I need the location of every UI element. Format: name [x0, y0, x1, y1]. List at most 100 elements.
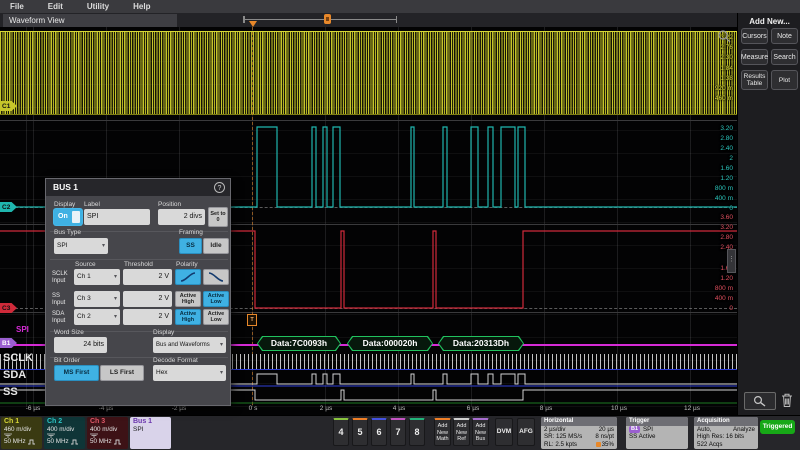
dropdown-arrow-icon: ▾ — [220, 337, 223, 353]
ms-first-button[interactable]: MS First — [54, 365, 99, 381]
trigger-event-marker[interactable]: T — [247, 314, 257, 326]
word-size-input[interactable]: 24 bits — [54, 337, 107, 353]
scale-label-c3: 3.20 — [720, 224, 733, 231]
bandwidth-icon — [71, 439, 78, 445]
menu-file[interactable]: File — [10, 2, 24, 11]
scale-label-c1: 920 m — [715, 85, 733, 92]
decode-format-dropdown[interactable]: Hex▾ — [153, 365, 226, 381]
bus-label-input[interactable]: SPI — [84, 209, 150, 225]
sclk-falling-edge-button[interactable] — [203, 269, 229, 285]
sclk-threshold-input[interactable]: 2 V — [123, 269, 172, 285]
falling-edge-icon — [208, 272, 224, 282]
dvm-button[interactable]: DVM — [495, 418, 513, 446]
channel4-button[interactable]: 4 — [333, 418, 349, 446]
scale-label-c2: 1.60 — [720, 165, 733, 172]
channel7-button[interactable]: 7 — [390, 418, 406, 446]
ch2-badge[interactable]: Ch 2 400 m/div 50 MHz — [44, 417, 85, 449]
framing-label: Framing — [179, 229, 203, 236]
display-label: Display — [54, 201, 75, 208]
menu-utility[interactable]: Utility — [87, 2, 109, 11]
trigger-position-icon — [596, 442, 601, 447]
bus-type-dropdown[interactable]: SPI▾ — [54, 238, 108, 254]
bus1-config-dialog: BUS 1 ? Display Label Position On SPI 2 … — [45, 178, 231, 406]
magnifier-icon — [753, 395, 767, 407]
signal-label-sda: SDA — [3, 369, 26, 381]
bus1-badge[interactable]: Bus 1 SPI — [130, 417, 171, 449]
measure-button[interactable]: Measure — [741, 49, 768, 65]
sda-threshold-input[interactable]: 2 V — [123, 309, 172, 325]
acquisition-panel[interactable]: Acquisition Auto,Analyze High Res: 16 bi… — [694, 417, 758, 449]
source-column-header: Source — [75, 261, 96, 268]
tab-waveform-view[interactable]: Waveform View — [3, 14, 177, 27]
b1-badge: B1 — [629, 426, 640, 433]
scale-label-c2: 1.20 — [720, 175, 733, 182]
decode-format-label: Decode Format — [153, 357, 198, 364]
note-button[interactable]: Note — [771, 28, 798, 44]
ss-source-dropdown[interactable]: Ch 3▾ — [74, 291, 120, 307]
threshold-column-header: Threshold — [124, 261, 153, 268]
set-to-zero-button[interactable]: Set to 0 — [208, 207, 228, 227]
trigger-position-arrow-icon[interactable] — [249, 21, 257, 27]
rising-edge-icon — [180, 272, 196, 282]
scale-label-c2: 3.20 — [720, 125, 733, 132]
scale-label-c2: 2 — [729, 155, 733, 162]
bus-decode-box[interactable]: Data:20313Dh — [438, 336, 524, 351]
bus-decode-box[interactable]: Data:7C0093h — [257, 336, 341, 351]
channel8-button[interactable]: 8 — [409, 418, 425, 446]
position-input[interactable]: 2 divs — [158, 209, 205, 225]
sclk-input-label: SCLK Input — [52, 271, 74, 285]
scale-label-c2: 2.80 — [720, 135, 733, 142]
sda-source-dropdown[interactable]: Ch 2▾ — [74, 309, 120, 325]
ls-first-button[interactable]: LS First — [100, 365, 144, 381]
dialog-title[interactable]: BUS 1 — [46, 179, 230, 196]
plot-button[interactable]: Plot — [771, 70, 798, 90]
time-axis-label: 2 µs — [311, 405, 341, 412]
help-icon[interactable]: ? — [214, 182, 225, 193]
scale-label-c3: 800 m — [715, 285, 733, 292]
display-on-toggle[interactable]: On — [54, 209, 82, 225]
add-new-math-button[interactable]: AddNewMath — [434, 418, 451, 446]
bandwidth-icon — [28, 439, 35, 445]
cursors-button[interactable]: Cursors — [741, 28, 768, 44]
menu-help[interactable]: Help — [133, 2, 150, 11]
word-size-label: Word Size — [54, 329, 84, 336]
framing-ss-button[interactable]: SS — [179, 238, 202, 254]
zoom-indicator-icon[interactable] — [717, 29, 731, 43]
horizontal-position-slider[interactable] — [245, 19, 397, 20]
channel6-button[interactable]: 6 — [371, 418, 387, 446]
sda-active-low-button[interactable]: Active Low — [203, 309, 229, 325]
time-axis-label: 4 µs — [384, 405, 414, 412]
ch1-badge[interactable]: Ch 1 460 m/div 50 MHz — [1, 417, 42, 449]
search-button[interactable]: Search — [771, 49, 798, 65]
sclk-source-dropdown[interactable]: Ch 1▾ — [74, 269, 120, 285]
zoom-tool-button[interactable] — [744, 392, 776, 410]
time-axis-label: -4 µs — [91, 405, 121, 412]
ss-active-high-button[interactable]: Active High — [175, 291, 201, 307]
scale-label-c1: 2.76 — [720, 44, 733, 51]
trash-icon — [780, 392, 794, 408]
sclk-rising-edge-button[interactable] — [175, 269, 201, 285]
trash-button[interactable] — [780, 392, 794, 408]
ss-threshold-input[interactable]: 2 V — [123, 291, 172, 307]
scale-label-c1: 1.84 — [720, 65, 733, 72]
menu-edit[interactable]: Edit — [48, 2, 63, 11]
sda-active-high-button[interactable]: Active High — [175, 309, 201, 325]
time-axis-label: 10 µs — [604, 405, 634, 412]
scale-grip-handle[interactable]: ⋮ — [727, 249, 736, 273]
add-new-bus-button[interactable]: AddNewBus — [472, 418, 489, 446]
horizontal-panel[interactable]: Horizontal 2 µs/div20 µs SR: 125 MS/s8 n… — [541, 417, 617, 449]
trigger-position-pin[interactable] — [324, 14, 331, 24]
scale-label-c3: 2.80 — [720, 234, 733, 241]
bus-decode-box[interactable]: Data:000020h — [347, 336, 433, 351]
display-mode-dropdown[interactable]: Bus and Waveforms▾ — [153, 337, 226, 353]
afg-button[interactable]: AFG — [517, 418, 535, 446]
results-table-button[interactable]: Results Table — [741, 70, 768, 90]
trigger-panel[interactable]: Trigger B1SPI SS Active — [626, 417, 688, 449]
ch3-badge[interactable]: Ch 3 400 m/div 50 MHz — [87, 417, 128, 449]
scale-label-c1: 1.38 — [720, 75, 733, 82]
add-new-ref-button[interactable]: AddNewRef — [453, 418, 470, 446]
ss-active-low-button[interactable]: Active Low — [203, 291, 229, 307]
framing-idle-button[interactable]: Idle — [203, 238, 229, 254]
menu-bar: File Edit Utility Help — [0, 0, 800, 13]
channel5-button[interactable]: 5 — [352, 418, 368, 446]
